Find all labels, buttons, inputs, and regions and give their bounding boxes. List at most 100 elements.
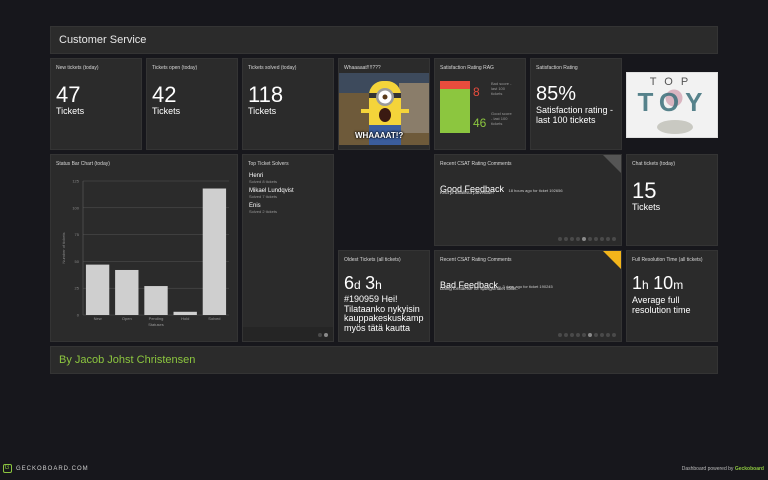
solver-sub: Solved 8 tickets bbox=[249, 179, 278, 184]
csat-comments-widget-1[interactable]: Recent CSAT Rating Comments Good Feedbac… bbox=[434, 154, 622, 246]
rag-good-value: 46 bbox=[473, 116, 487, 130]
powered-by-brand: Geckoboard bbox=[734, 466, 764, 472]
widget-title: Oldest Tickets (all tickets) bbox=[344, 257, 401, 263]
tickets-solved-value: 118 bbox=[248, 82, 284, 107]
y-tick-label: 125 bbox=[72, 179, 79, 184]
bar bbox=[85, 264, 110, 315]
widget-title: Tickets solved (today) bbox=[248, 65, 297, 71]
list-item[interactable]: Henri Solved 8 tickets bbox=[249, 173, 294, 184]
tickets-solved-unit: Tickets bbox=[248, 106, 277, 116]
chat-tickets-unit: Tickets bbox=[632, 202, 661, 212]
rag-bad-label: Bad score - last 100 tickets bbox=[491, 81, 512, 96]
resolution-minutes-unit: m bbox=[673, 278, 684, 292]
pagination-dots[interactable] bbox=[318, 333, 328, 337]
y-tick-label: 50 bbox=[75, 259, 80, 264]
widget-title: Recent CSAT Rating Comments bbox=[440, 257, 512, 263]
widget-title: Status Bar Chart (today) bbox=[56, 161, 110, 167]
y-tick-label: 0 bbox=[77, 313, 80, 318]
rag-green-bar bbox=[440, 89, 470, 133]
rag-bad-value: 8 bbox=[473, 85, 480, 99]
chat-tickets-widget[interactable]: Chat tickets (today) 15 Tickets bbox=[626, 154, 718, 246]
solver-sub: Solved 2 tickets bbox=[249, 209, 278, 214]
x-tick-label: Hold bbox=[181, 316, 189, 321]
top-ticket-solvers-widget[interactable]: Top Ticket Solvers Henri Solved 8 ticket… bbox=[242, 154, 334, 342]
rag-red-bar bbox=[440, 81, 470, 89]
satisfaction-rag-widget[interactable]: Satisfaction Rating RAG 8 Bad score - la… bbox=[434, 58, 526, 150]
corner-marker bbox=[603, 155, 621, 173]
widget-title: Tickets open (today) bbox=[152, 65, 198, 71]
status-bar-chart-widget[interactable]: Status Bar Chart (today) 0 25 50 75 100 125 Ne… bbox=[50, 154, 238, 342]
list-item[interactable]: Enis Solved 2 tickets bbox=[249, 203, 294, 214]
csat1-meta: 18 hours ago for ticket 192656 bbox=[508, 188, 563, 193]
resolution-hours: 1 bbox=[632, 273, 643, 293]
oldest-days: 6 bbox=[344, 273, 355, 293]
resolution-sub: Average full resolution time bbox=[632, 295, 691, 315]
bar bbox=[115, 269, 139, 315]
resolution-hours-unit: h bbox=[642, 278, 649, 292]
dashboard-footer: By Jacob Johst Christensen bbox=[50, 346, 718, 374]
resolution-minutes: 10 bbox=[653, 273, 674, 293]
csat-comments-widget-2[interactable]: Recent CSAT Rating Comments Bad Feedback… bbox=[434, 250, 622, 342]
x-tick-label: Open bbox=[122, 316, 132, 321]
status-bar-chart: 0 25 50 75 100 125 New Open Pending Hold Solved Sta… bbox=[61, 179, 229, 327]
powered-by[interactable]: Dashboard powered by Geckoboard bbox=[682, 466, 764, 472]
dashboard-title: Customer Service bbox=[59, 34, 147, 46]
new-tickets-unit: Tickets bbox=[56, 106, 85, 116]
widget-title: Recent CSAT Rating Comments bbox=[440, 161, 512, 167]
rag-good-label: Good score - last 100 tickets bbox=[491, 111, 512, 126]
resolution-time: 1h 10m bbox=[632, 273, 683, 294]
new-tickets-widget[interactable]: New tickets (today) 47 Tickets bbox=[50, 58, 142, 150]
geckoboard-link: GECKOBOARD.COM bbox=[16, 465, 89, 472]
dashboard-header: Customer Service bbox=[50, 26, 718, 54]
geckoboard-brand[interactable]: G GECKOBOARD.COM bbox=[3, 464, 89, 473]
oldest-hours: 3 bbox=[365, 273, 376, 293]
satisfaction-sub: Satisfaction rating - last 100 tickets bbox=[536, 105, 614, 125]
y-axis-label: Number of tickets bbox=[61, 232, 66, 263]
widget-title: Whaaaaat!!!!??? bbox=[344, 65, 381, 71]
satisfaction-value: 85% bbox=[536, 83, 577, 105]
new-tickets-value: 47 bbox=[56, 82, 81, 107]
oldest-ticket-text: #190959 Hei! Tilataanko nykyisin kauppak… bbox=[344, 294, 424, 333]
powered-by-text: Dashboard powered by bbox=[681, 466, 734, 472]
x-tick-label: Pending bbox=[149, 316, 164, 321]
widget-title: Full Resolution Time (all tickets) bbox=[632, 257, 703, 263]
csat2-comment: Dårlig forståelse for spørgsmålet stille… bbox=[440, 286, 518, 291]
footer-title: By Jacob Johst Christensen bbox=[59, 354, 196, 366]
pagination-dots[interactable] bbox=[558, 237, 616, 241]
widget-title: Top Ticket Solvers bbox=[248, 161, 289, 167]
bar bbox=[202, 188, 227, 315]
whaat-caption: WHAAAAT!? bbox=[355, 131, 404, 140]
bar bbox=[144, 286, 168, 315]
solver-list: Henri Solved 8 tickets Mikael Lundqvist … bbox=[249, 173, 294, 214]
logo-toy-text: TOY bbox=[637, 87, 709, 117]
full-resolution-time-widget[interactable]: Full Resolution Time (all tickets) 1h 10… bbox=[626, 250, 718, 342]
geckoboard-logo-icon: G bbox=[3, 464, 12, 473]
widget-title: Chat tickets (today) bbox=[632, 161, 676, 167]
widget-title: Satisfaction Rating bbox=[536, 65, 578, 71]
x-axis-label: Statuses bbox=[148, 322, 164, 327]
top-toy-logo: TOP TOY bbox=[626, 72, 718, 138]
whaat-image-widget[interactable]: Whaaaaat!!!!??? WHAAAAT!? bbox=[338, 58, 430, 150]
tickets-open-value: 42 bbox=[152, 82, 177, 107]
solver-sub: Solved 7 tickets bbox=[249, 194, 278, 199]
tickets-open-unit: Tickets bbox=[152, 106, 181, 116]
shadow-icon bbox=[657, 120, 693, 134]
widget-title: Satisfaction Rating RAG bbox=[440, 65, 494, 71]
y-tick-label: 75 bbox=[75, 232, 80, 237]
widget-title: New tickets (today) bbox=[56, 65, 99, 71]
oldest-hours-unit: h bbox=[375, 278, 382, 292]
oldest-days-unit: d bbox=[354, 278, 361, 292]
y-tick-label: 25 bbox=[75, 286, 80, 291]
x-tick-label: New bbox=[94, 316, 102, 321]
pagination-dots[interactable] bbox=[558, 333, 616, 337]
x-tick-label: Solved bbox=[208, 316, 220, 321]
tickets-open-widget[interactable]: Tickets open (today) 42 Tickets bbox=[146, 58, 238, 150]
tickets-solved-widget[interactable]: Tickets solved (today) 118 Tickets bbox=[242, 58, 334, 150]
corner-marker bbox=[603, 251, 621, 269]
csat1-comment: Kiva ja asiallista palvelua!!! bbox=[440, 190, 494, 195]
y-tick-label: 100 bbox=[72, 205, 79, 210]
bar bbox=[173, 311, 197, 315]
satisfaction-rating-widget[interactable]: Satisfaction Rating 85% Satisfaction rat… bbox=[530, 58, 622, 150]
oldest-tickets-widget[interactable]: Oldest Tickets (all tickets) 6d 3h #1909… bbox=[338, 250, 430, 342]
list-item[interactable]: Mikael Lundqvist Solved 7 tickets bbox=[249, 188, 294, 199]
